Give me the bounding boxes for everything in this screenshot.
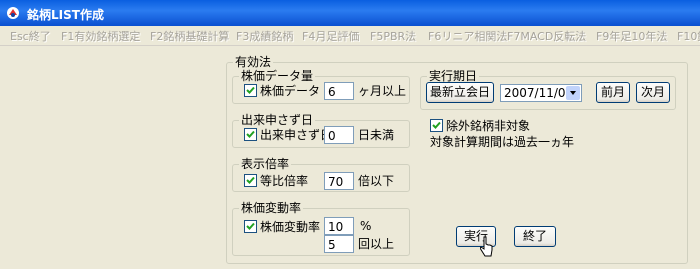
price-data-months-input[interactable]: 6 [324,82,354,100]
check-icon [246,130,255,138]
menu-f6[interactable]: F6リニア相関法 [428,28,507,44]
volatility-checkbox[interactable] [244,220,257,233]
valid-method-legend: 有効法 [233,55,274,69]
no-trade-unit: 日未満 [358,128,395,142]
volatility-legend: 株価変動率 [239,201,304,215]
menu-f4[interactable]: F4月足評価 [302,28,359,44]
price-data-checkbox[interactable] [244,84,257,97]
menu-f1[interactable]: F1有効銘柄選定 [61,28,140,44]
check-icon [246,176,255,184]
check-icon [432,121,441,129]
exec-date-value: 2007/11/02 [504,86,574,100]
window-title: 銘柄LIST作成 [27,8,104,22]
check-icon [246,222,255,230]
exec-period-legend: 実行期日 [427,69,480,83]
no-trade-checkbox[interactable] [244,128,257,141]
display-ratio-legend: 表示倍率 [239,157,292,171]
menu-f3[interactable]: F3成績銘柄 [236,28,293,44]
exec-date-select[interactable]: 2007/11/02 [500,84,582,102]
volatility-count-input[interactable]: 5 [324,235,354,253]
menu-f10[interactable]: F10銘 [677,28,700,44]
function-key-bar: Esc終了 F1有効銘柄選定 F2銘柄基礎計算 F3成績銘柄 F4月足評価 F5… [0,26,700,46]
exclude-checkbox[interactable] [430,119,443,132]
volatility-label: 株価変動率 [260,220,321,234]
menu-f9[interactable]: F9年足10年法 [596,28,667,44]
price-data-label: 株価データ [260,84,321,98]
ratio-input[interactable]: 70 [324,172,354,190]
no-trade-label: 出来申さず日 [260,128,333,142]
ratio-checkbox[interactable] [244,174,257,187]
ratio-label: 等比倍率 [260,174,309,188]
volatility-count-unit: 回以上 [358,237,395,251]
volatility-percent-unit: % [360,219,372,233]
chevron-down-icon [570,91,576,95]
menu-f2[interactable]: F2銘柄基礎計算 [150,28,229,44]
quit-button[interactable]: 終了 [514,226,556,247]
ratio-unit: 倍以下 [358,174,395,188]
prev-month-button[interactable]: 前月 [596,82,630,103]
next-month-button[interactable]: 次月 [636,82,670,103]
mouse-cursor-icon [480,236,493,257]
no-trade-legend: 出来申さず日 [239,113,316,127]
latest-trading-day-button[interactable]: 最新立会日 [426,82,494,103]
price-data-unit: ヶ月以上 [358,84,407,98]
price-data-legend: 株価データ量 [239,69,316,83]
menu-f5[interactable]: F5PBR法 [370,28,416,44]
title-bar: 銘柄LIST作成 [0,0,700,26]
no-trade-days-input[interactable]: 0 [324,126,354,144]
calc-period-note: 対象計算期間は過去一ヵ年 [430,135,575,149]
exclude-label: 除外銘柄非対象 [446,119,531,133]
volatility-percent-input[interactable]: 10 [324,217,354,235]
app-icon [7,7,19,19]
menu-esc-quit[interactable]: Esc終了 [10,28,51,44]
menu-f7[interactable]: F7MACD反転法 [507,28,586,44]
check-icon [246,86,255,94]
dropdown-arrow[interactable] [566,86,580,100]
